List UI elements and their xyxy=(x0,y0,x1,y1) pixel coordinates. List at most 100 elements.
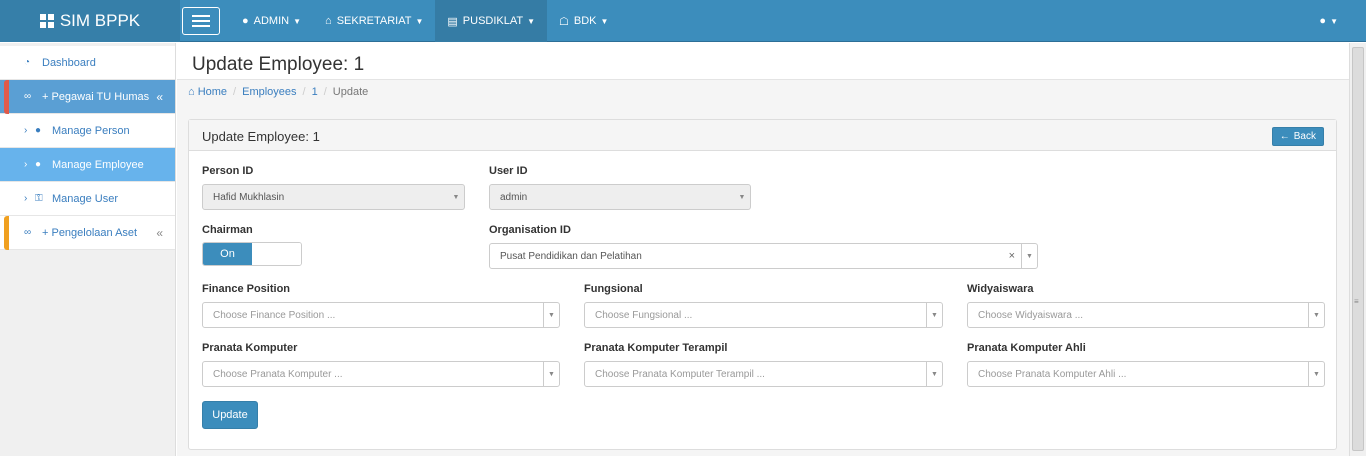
link-icon: ∞ xyxy=(24,227,32,238)
sidebar-item-manage-person[interactable]: › ● Manage Person xyxy=(0,114,175,148)
sidebar-item-dashboard[interactable]: ◔ Dashboard xyxy=(0,46,175,80)
nav-admin-label: ADMIN xyxy=(253,15,290,27)
top-navbar: SIM BPPK ● ADMIN ▼ ⌂ SEKRETARIAT ▼ ▤ PUS… xyxy=(0,0,1366,42)
nav-bdk[interactable]: ☖ BDK ▼ xyxy=(547,0,620,42)
caret-down-icon: ▼ xyxy=(293,16,302,26)
sidebar-item-label: Manage Employee xyxy=(52,158,144,171)
sidebar-item-label: Dashboard xyxy=(42,56,96,69)
person-id-select[interactable]: Hafid Mukhlasin ▼ xyxy=(202,184,465,210)
caret-down-icon: ▼ xyxy=(527,16,536,26)
home-icon: ⌂ xyxy=(325,15,332,27)
link-icon: ∞ xyxy=(24,91,32,102)
caret-down-icon: ▼ xyxy=(543,303,559,327)
breadcrumb-home-label: Home xyxy=(197,86,228,98)
scrollbar-thumb[interactable] xyxy=(1352,47,1364,451)
back-button[interactable]: ← Back xyxy=(1271,127,1324,146)
caret-down-icon: ▼ xyxy=(926,362,942,386)
caret-down-icon: ▼ xyxy=(1021,244,1037,268)
widyaiswara-select[interactable]: Choose Widyaiswara ... ▼ xyxy=(967,302,1325,328)
user-icon: ● xyxy=(1319,15,1327,27)
sidebar-group-pegawai[interactable]: ∞ + Pegawai TU Humas « xyxy=(0,80,175,114)
user-id-select[interactable]: admin ▼ xyxy=(489,184,751,210)
organisation-id-label: Organisation ID xyxy=(489,224,571,236)
pranata-komputer-terampil-select[interactable]: Choose Pranata Komputer Terampil ... ▼ xyxy=(584,361,943,387)
widyaiswara-placeholder: Choose Widyaiswara ... xyxy=(978,309,1084,321)
caret-down-icon: ▼ xyxy=(543,362,559,386)
clear-icon[interactable]: × xyxy=(1009,250,1015,262)
nav-sekretariat-label: SEKRETARIAT xyxy=(336,15,412,27)
person-id-label: Person ID xyxy=(202,165,254,177)
page-title: Update Employee: 1 xyxy=(177,43,1349,80)
sidebar-item-label: Manage User xyxy=(52,192,119,205)
caret-down-icon: ▼ xyxy=(926,303,942,327)
chevron-left-icon: « xyxy=(156,89,163,104)
toggle-on-label: On xyxy=(203,243,252,265)
brand-logo[interactable]: SIM BPPK xyxy=(0,0,180,42)
organisation-id-value: Pusat Pendidikan dan Pelatihan xyxy=(500,250,642,262)
person-id-value: Hafid Mukhlasin xyxy=(213,191,285,203)
caret-down-icon: ▼ xyxy=(738,193,746,201)
caret-down-icon: ▼ xyxy=(1308,303,1324,327)
caret-down-icon: ▼ xyxy=(600,16,609,26)
sidebar-group-aset[interactable]: ∞ + Pengelolaan Aset « xyxy=(0,216,175,250)
fungsional-select[interactable]: Choose Fungsional ... ▼ xyxy=(584,302,943,328)
caret-down-icon: ▼ xyxy=(452,193,460,201)
back-label: Back xyxy=(1293,131,1316,142)
pranata-komputer-placeholder: Choose Pranata Komputer ... xyxy=(213,368,343,380)
user-icon: ● xyxy=(35,125,42,136)
update-button[interactable]: Update xyxy=(202,401,258,429)
breadcrumb-home[interactable]: ⌂ Home xyxy=(188,86,227,98)
finance-position-select[interactable]: Choose Finance Position ... ▼ xyxy=(202,302,560,328)
grid-icon xyxy=(39,14,54,28)
grip-icon: ≡ xyxy=(1354,297,1359,306)
caret-down-icon: ▼ xyxy=(1330,16,1338,26)
breadcrumb: ⌂ Home / Employees/1/Update xyxy=(177,80,1349,106)
panel-header: Update Employee: 1 ← Back xyxy=(189,120,1336,151)
angle-right-icon: › xyxy=(24,193,28,204)
nav-sekretariat[interactable]: ⌂ SEKRETARIAT ▼ xyxy=(313,0,435,42)
pranata-komputer-ahli-select[interactable]: Choose Pranata Komputer Ahli ... ▼ xyxy=(967,361,1325,387)
finance-position-placeholder: Choose Finance Position ... xyxy=(213,309,336,321)
nav-admin[interactable]: ● ADMIN ▼ xyxy=(230,0,313,42)
sidebar-toggle-button[interactable] xyxy=(182,7,220,35)
panel-title: Update Employee: 1 xyxy=(202,129,320,144)
main-menu: ● ADMIN ▼ ⌂ SEKRETARIAT ▼ ▤ PUSDIKLAT ▼ … xyxy=(230,0,620,42)
book-icon: ▤ xyxy=(447,15,458,28)
fungsional-placeholder: Choose Fungsional ... xyxy=(595,309,693,321)
sidebar: ◔ Dashboard ∞ + Pegawai TU Humas « › ● M… xyxy=(0,43,176,456)
angle-right-icon: › xyxy=(24,125,28,136)
dashboard-icon: ◔ xyxy=(24,57,31,68)
sidebar-item-label: Manage Person xyxy=(52,124,130,137)
main-content: Update Employee: 1 ⌂ Home / Employees/1/Up… xyxy=(177,43,1349,456)
home-icon: ⌂ xyxy=(188,86,198,98)
pranata-komputer-label: Pranata Komputer xyxy=(202,342,298,354)
arrow-left-icon: ← xyxy=(1279,131,1290,142)
key-icon: ⚿ xyxy=(35,193,43,204)
breadcrumb-employees[interactable]: Employees xyxy=(242,86,296,98)
user-secret-icon: ● xyxy=(35,159,42,170)
sidebar-group-label: + Pengelolaan Aset xyxy=(42,226,138,239)
widyaiswara-label: Widyaiswara xyxy=(967,283,1034,295)
caret-down-icon: ▼ xyxy=(415,16,424,26)
nav-bdk-label: BDK xyxy=(573,15,597,27)
breadcrumb-current: Update xyxy=(332,86,369,98)
user-id-label: User ID xyxy=(489,165,528,177)
toggle-off-area xyxy=(252,243,301,265)
pranata-komputer-terampil-label: Pranata Komputer Terampil xyxy=(584,342,728,354)
nav-pusdiklat-label: PUSDIKLAT xyxy=(462,15,524,27)
pranata-komputer-terampil-placeholder: Choose Pranata Komputer Terampil ... xyxy=(595,368,765,380)
sidebar-item-manage-user[interactable]: › ⚿ Manage User xyxy=(0,182,175,216)
caret-down-icon: ▼ xyxy=(1308,362,1324,386)
brand-title: SIM BPPK xyxy=(59,11,141,30)
android-icon: ● xyxy=(242,15,249,27)
breadcrumb-id[interactable]: 1 xyxy=(312,86,318,98)
nav-pusdiklat[interactable]: ▤ PUSDIKLAT ▼ xyxy=(435,0,548,42)
sidebar-item-manage-employee[interactable]: › ● Manage Employee xyxy=(0,148,175,182)
pranata-komputer-select[interactable]: Choose Pranata Komputer ... ▼ xyxy=(202,361,560,387)
vertical-scrollbar[interactable]: ≡ xyxy=(1349,43,1366,456)
chairman-toggle[interactable]: On xyxy=(202,242,302,266)
sidebar-group-label: + Pegawai TU Humas xyxy=(42,90,150,103)
user-menu[interactable]: ● ▼ xyxy=(1319,0,1338,42)
organisation-id-select[interactable]: Pusat Pendidikan dan Pelatihan × ▼ xyxy=(489,243,1038,269)
angle-right-icon: › xyxy=(24,159,28,170)
